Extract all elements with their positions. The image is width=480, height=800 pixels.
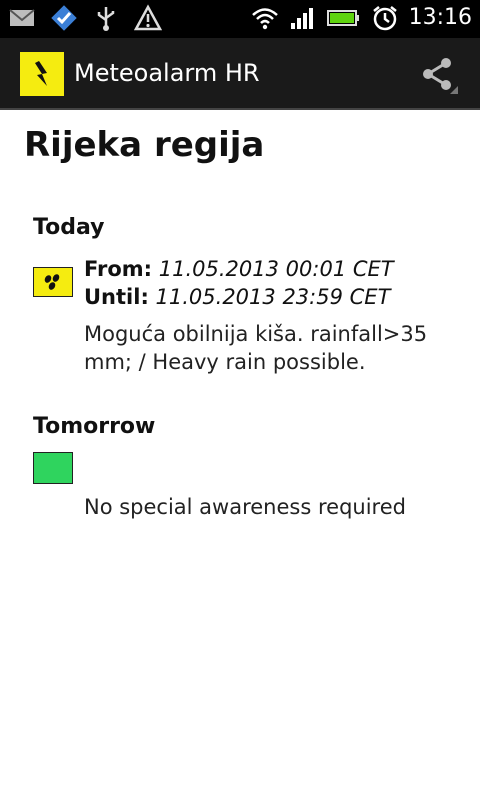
gmail-icon [8, 4, 36, 32]
region-title: Rijeka regija [24, 125, 265, 165]
until-row: Until: 11.05.2013 23:59 CET [84, 283, 390, 311]
battery-icon [326, 4, 361, 32]
signal-icon [289, 4, 317, 32]
no-warning-icon [33, 452, 73, 484]
tomorrow-label: Tomorrow [33, 414, 156, 439]
app-logo-icon[interactable] [20, 52, 64, 96]
from-row: From: 11.05.2013 00:01 CET [84, 255, 394, 283]
warning-icon [133, 4, 163, 32]
check-app-icon [50, 4, 78, 32]
from-label: From: [84, 257, 153, 281]
until-value: 11.05.2013 23:59 CET [155, 285, 391, 309]
action-bar: Meteoalarm HR [0, 38, 480, 110]
share-button[interactable] [418, 54, 458, 94]
rain-warning-icon [33, 267, 73, 297]
until-label: Until: [84, 285, 149, 309]
share-icon [418, 58, 458, 98]
clock: 13:16 [408, 5, 472, 30]
today-label: Today [33, 215, 105, 240]
today-description: Moguća obilnija kiša. rainfall>35 mm; / … [84, 322, 428, 374]
usb-icon [92, 4, 120, 32]
alarm-icon [371, 4, 399, 32]
wifi-icon [251, 4, 279, 32]
warning-content: Rijeka regija Today From: 11.05.2013 00:… [0, 110, 480, 800]
app-title: Meteoalarm HR [74, 59, 260, 87]
from-value: 11.05.2013 00:01 CET [158, 257, 394, 281]
status-bar: 13:16 [0, 0, 480, 38]
tomorrow-description: No special awareness required [84, 495, 406, 519]
